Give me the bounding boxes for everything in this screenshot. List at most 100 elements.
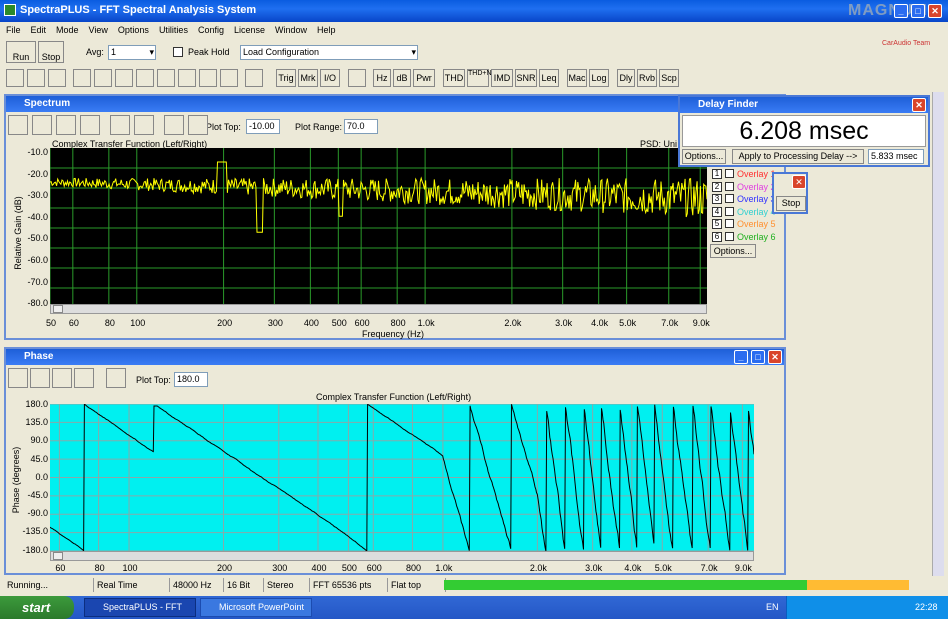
- phase-plot-top-field[interactable]: 180.0: [174, 372, 208, 387]
- menu-utilities[interactable]: Utilities: [159, 25, 188, 35]
- overlay-checkbox[interactable]: [725, 194, 734, 203]
- delay-options-button[interactable]: Options...: [682, 149, 726, 164]
- spectrum-cursor-icon[interactable]: [188, 115, 208, 135]
- phase-zoom-out-full-icon[interactable]: [74, 368, 94, 388]
- spectrum-plot[interactable]: [50, 148, 707, 304]
- spectrum-zoom-out-full-icon[interactable]: [80, 115, 100, 135]
- mini-close-button[interactable]: ✕: [792, 175, 806, 189]
- spectrum-zoom-out-icon[interactable]: [56, 115, 76, 135]
- spectrum-peak-marker-icon[interactable]: [110, 115, 130, 135]
- phase-zoom-out-icon[interactable]: [52, 368, 72, 388]
- meter-tool-icon[interactable]: [245, 69, 263, 87]
- thd-n-button[interactable]: THD+N: [467, 69, 492, 87]
- overlay-number: 3: [712, 194, 722, 204]
- overlay-checkbox[interactable]: [725, 181, 734, 191]
- close-button[interactable]: ✕: [928, 4, 942, 18]
- start-button[interactable]: start: [0, 596, 74, 619]
- average-tool-icon[interactable]: [136, 69, 154, 87]
- spectrum-scrollbar[interactable]: [50, 304, 707, 314]
- taskbar-item-powerpoint[interactable]: Microsoft PowerPoint ...: [200, 598, 312, 617]
- overlay-number: 4: [712, 206, 722, 217]
- spectrum-xtick: 4.0k: [591, 318, 609, 328]
- spectrum-table-icon[interactable]: [164, 115, 184, 135]
- overlay-checkbox[interactable]: [725, 219, 734, 228]
- spectrum-plot-range-field[interactable]: 70.0: [344, 119, 378, 134]
- mini-stop-button[interactable]: Stop: [776, 196, 806, 211]
- thd-button[interactable]: THD: [443, 69, 465, 87]
- log-button[interactable]: Log: [589, 69, 609, 87]
- mrk-button[interactable]: Mrk: [298, 69, 318, 87]
- new-tool-icon[interactable]: [6, 69, 24, 87]
- db-button[interactable]: dB: [393, 69, 411, 87]
- print-tool-icon[interactable]: [73, 69, 91, 87]
- overlay-checkbox[interactable]: [725, 231, 734, 241]
- spectrum-plot-top-field[interactable]: -10.00: [246, 119, 280, 134]
- phase-xtick: 300: [272, 563, 288, 573]
- phase-close-button[interactable]: ✕: [768, 350, 782, 364]
- open-tool-icon[interactable]: [27, 69, 45, 87]
- phase-zoom-icon[interactable]: [8, 368, 28, 388]
- phase-ytick: 45.0: [30, 453, 48, 464]
- overlay-checkbox[interactable]: [725, 206, 734, 216]
- phase-xtick: 80: [94, 563, 105, 573]
- peak-hold-checkbox[interactable]: [173, 47, 183, 57]
- main-scrollbar[interactable]: [932, 92, 944, 576]
- taskbar-item-spectraplus[interactable]: SpectraPLUS - FFT Sp...: [84, 598, 196, 617]
- phase-scrollbar[interactable]: [50, 551, 754, 561]
- overlay-checkbox[interactable]: [725, 169, 734, 178]
- menu-window[interactable]: Window: [275, 25, 307, 35]
- avg-select[interactable]: 1 ▾: [108, 45, 156, 60]
- run-button[interactable]: Run: [6, 41, 36, 63]
- menu-file[interactable]: File: [6, 25, 21, 35]
- i-o-button[interactable]: I/O: [320, 69, 340, 87]
- menu-mode[interactable]: Mode: [56, 25, 79, 35]
- spectrum-bars-icon[interactable]: [134, 115, 154, 135]
- menu-help[interactable]: Help: [317, 25, 336, 35]
- pwr-button[interactable]: Pwr: [413, 69, 435, 87]
- phase-zoom-in-icon[interactable]: [30, 368, 50, 388]
- save-tool-icon[interactable]: [48, 69, 66, 87]
- minimize-button[interactable]: _: [894, 4, 908, 18]
- rvb-button[interactable]: Rvb: [637, 69, 657, 87]
- snr-button[interactable]: SNR: [515, 69, 537, 87]
- status-field: Running...: [4, 578, 94, 592]
- app-titlebar: SpectraPLUS - FFT Spectral Analysis Syst…: [0, 0, 948, 22]
- overlay-tool-icon[interactable]: [115, 69, 133, 87]
- watermark-sub: CarAudio Team: [882, 40, 931, 47]
- overlay-label: Overlay 5: [737, 219, 776, 229]
- menu-view[interactable]: View: [89, 25, 108, 35]
- mac-button[interactable]: Mac: [567, 69, 587, 87]
- spectrum-xtick: 3.0k: [555, 318, 573, 328]
- menu-options[interactable]: Options: [118, 25, 149, 35]
- leq-button[interactable]: Leq: [539, 69, 559, 87]
- hz-button[interactable]: Hz: [373, 69, 391, 87]
- stats-tool-icon[interactable]: [178, 69, 196, 87]
- overlay-options-button[interactable]: Options...: [710, 244, 756, 258]
- stop-button[interactable]: Stop: [38, 41, 64, 63]
- phase-minimize-button[interactable]: _: [734, 350, 748, 364]
- delay-field[interactable]: 5.833 msec: [868, 149, 924, 164]
- phase-plot[interactable]: [50, 404, 754, 551]
- phase-maximize-button[interactable]: □: [751, 350, 765, 364]
- phase-xtick: 1.0k: [435, 563, 453, 573]
- scp-button[interactable]: Scp: [659, 69, 679, 87]
- menu-config[interactable]: Config: [198, 25, 224, 35]
- waveform-tool-icon[interactable]: [199, 69, 217, 87]
- run-icon-tool-icon[interactable]: [94, 69, 112, 87]
- peak-tool-icon[interactable]: [157, 69, 175, 87]
- menu-license[interactable]: License: [234, 25, 265, 35]
- config-select[interactable]: Load Configuration ▾: [240, 45, 418, 60]
- phase-table-icon[interactable]: [106, 368, 126, 388]
- dly-button[interactable]: Dly: [617, 69, 635, 87]
- trig-button[interactable]: Trig: [276, 69, 296, 87]
- spectrum-zoom-in-icon[interactable]: [32, 115, 52, 135]
- apply-delay-button[interactable]: Apply to Processing Delay -->: [732, 149, 864, 164]
- phase-xtick: 3.0k: [585, 563, 603, 573]
- maximize-button[interactable]: □: [911, 4, 925, 18]
- imd-button[interactable]: IMD: [491, 69, 513, 87]
- delay-finder-close-button[interactable]: ✕: [912, 98, 926, 112]
- generator-tool-icon[interactable]: [348, 69, 366, 87]
- menu-edit[interactable]: Edit: [31, 25, 47, 35]
- settings-tool-icon[interactable]: [220, 69, 238, 87]
- spectrum-zoom-icon[interactable]: [8, 115, 28, 135]
